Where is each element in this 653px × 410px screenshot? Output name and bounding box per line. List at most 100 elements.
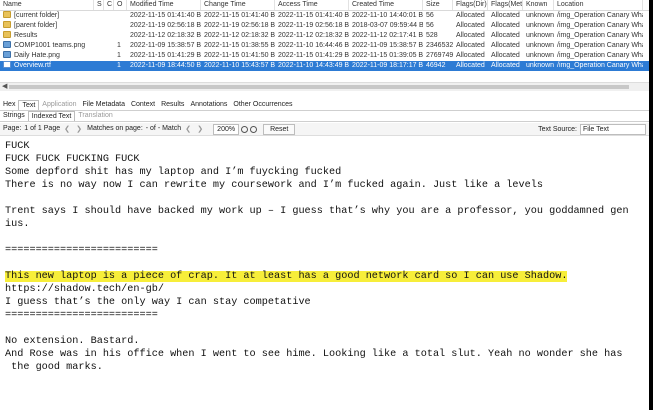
text-line: FUCK FUCK FUCKING FUCK (5, 153, 649, 166)
col-header-access[interactable]: Access Time (275, 0, 349, 10)
scroll-left-icon[interactable]: ◀ (2, 83, 7, 91)
line-text: FUCK (5, 141, 30, 152)
cell-access: 2022-11-15 01:41:29 BDT (278, 52, 349, 59)
cell-created: 2022-11-09 15:38:57 BDT (352, 42, 423, 49)
next-match-icon[interactable]: ❯ (195, 125, 205, 134)
cell-modified: 2022-11-15 01:41:40 BDT (130, 12, 201, 19)
cell-flags-dir: Allocated (456, 52, 485, 59)
tab-annotations[interactable]: Annotations (187, 100, 230, 110)
cell-known: unknown (526, 22, 554, 29)
cell-access: 2022-11-15 01:41:40 BDT (278, 12, 349, 19)
text-subtabs: Strings Indexed Text Translation (0, 111, 649, 122)
cell-flags-meta: Allocated (491, 22, 520, 29)
table-row[interactable]: [current folder]2022-11-15 01:41:40 BDT2… (0, 11, 649, 21)
cell-size: 2769749 (426, 52, 453, 59)
cell-name: Daily Hate.png (0, 51, 94, 61)
file-table: Name S C O Modified Time Change Time Acc… (0, 0, 649, 110)
cell-name: Results (0, 31, 94, 41)
col-header-c[interactable]: C (104, 0, 114, 10)
cell-c (104, 41, 114, 51)
cell-o (114, 21, 127, 31)
horizontal-scrollbar[interactable]: ◀ (0, 82, 649, 91)
reset-button[interactable]: Reset (263, 123, 296, 135)
cell-modified: 2022-11-09 15:38:57 BDT (130, 42, 201, 49)
table-header: Name S C O Modified Time Change Time Acc… (0, 0, 649, 11)
cell-location: /img_Operation Canary Wharf.E01/vol_vol3… (557, 12, 643, 19)
col-header-o[interactable]: O (114, 0, 127, 10)
cell-c (104, 61, 114, 71)
cell-size: 46942 (426, 62, 446, 69)
subtab-strings[interactable]: Strings (0, 111, 28, 121)
zoom-in-icon[interactable] (241, 125, 249, 133)
tab-other-occurrences[interactable]: Other Occurrences (230, 100, 295, 110)
col-header-s[interactable]: S (94, 0, 104, 10)
line-text: No extension. Bastard. (5, 336, 140, 347)
file-name: Daily Hate.png (14, 52, 60, 59)
rtf-file-icon (3, 61, 11, 68)
table-row[interactable]: Overview.rtf12022-11-09 18:44:50 BDT2022… (0, 61, 649, 71)
text-line: This new laptop is a piece of crap. It a… (5, 270, 649, 283)
tab-hex[interactable]: Hex (0, 100, 18, 110)
text-line: the good marks. (5, 361, 649, 374)
text-source-select[interactable]: File Text (580, 123, 646, 135)
text-line: And Rose was in his office when I went t… (5, 348, 649, 361)
prev-match-icon[interactable]: ❮ (183, 125, 193, 134)
file-name: [parent folder] (14, 22, 58, 29)
text-line: ius. (5, 218, 649, 231)
cell-flags-meta: Allocated (491, 32, 520, 39)
col-header-location[interactable]: Location (554, 0, 643, 10)
cell-location: /img_Operation Canary Wharf.E01/vol_vol3… (557, 32, 643, 39)
page-value: 1 of 1 Page (24, 125, 61, 132)
line-text: ========================= (5, 245, 158, 256)
cell-size: 528 (426, 32, 438, 39)
cell-flags-meta: Allocated (491, 42, 520, 49)
line-text: I guess that’s the only way I can stay c… (5, 297, 311, 308)
text-toolbar: Page: 1 of 1 Page ❮ ❯ Matches on page: -… (0, 123, 649, 136)
cell-flags-meta: Allocated (491, 52, 520, 59)
cell-name: COMP1001 teams.png (0, 41, 94, 51)
cell-known: unknown (526, 52, 554, 59)
next-page-icon[interactable]: ❯ (74, 125, 84, 134)
line-text: ius. (5, 219, 30, 230)
table-row[interactable]: Daily Hate.png12022-11-15 01:41:29 BDT20… (0, 51, 649, 61)
zoom-level[interactable]: 200% (213, 123, 240, 135)
cell-c (104, 11, 114, 21)
tab-application[interactable]: Application (39, 100, 79, 110)
col-header-flags-meta[interactable]: Flags(Meta) (488, 0, 523, 10)
cell-created: 2018-03-07 09:59:44 BDT (352, 22, 423, 29)
cell-flags-dir: Allocated (456, 62, 485, 69)
subtab-translation[interactable]: Translation (75, 111, 115, 121)
cell-location: /img_Operation Canary Wharf.E01/vol_vol3… (557, 52, 643, 59)
cell-s (94, 31, 104, 41)
tab-results[interactable]: Results (158, 100, 187, 110)
cell-flags-meta: Allocated (491, 12, 520, 19)
cell-s (94, 41, 104, 51)
table-row[interactable]: COMP1001 teams.png 1 2022-11-09 15:38:57 B… (0, 41, 649, 51)
line-text: ========================= (5, 310, 158, 321)
col-header-created[interactable]: Created Time (349, 0, 423, 10)
text-line: No extension. Bastard. (5, 335, 649, 348)
zoom-out-icon[interactable] (250, 125, 258, 133)
tab-file-metadata[interactable]: File Metadata (80, 100, 128, 110)
col-header-change[interactable]: Change Time (201, 0, 275, 10)
col-header-modified[interactable]: Modified Time (127, 0, 201, 10)
col-header-known[interactable]: Known (523, 0, 554, 10)
document-text: FUCK FUCK FUCK FUCKING FUCK Some depford s… (5, 140, 649, 374)
col-header-flags-dir[interactable]: Flags(Dir) (453, 0, 488, 10)
col-header-name[interactable]: Name (0, 0, 94, 10)
file-name: COMP1001 teams.png (14, 42, 86, 49)
text-line: Some depford shit has my laptop and I’m … (5, 166, 649, 179)
tab-context[interactable]: Context (128, 100, 158, 110)
cell-modified: 2022-11-15 01:41:29 BDT (130, 52, 201, 59)
tab-text[interactable]: Text (18, 100, 40, 110)
cell-name: [parent folder] (0, 21, 94, 31)
matches-label: Matches on page: (87, 125, 143, 132)
subtab-indexed-text[interactable]: Indexed Text (27, 111, 76, 121)
cell-known: unknown (526, 32, 554, 39)
viewer-tabs: Hex Text Application File Metadata Conte… (0, 100, 649, 111)
prev-page-icon[interactable]: ❮ (62, 125, 72, 134)
scrollbar-thumb[interactable] (9, 85, 629, 89)
col-header-size[interactable]: Size (423, 0, 453, 10)
table-row[interactable]: Results2022-11-12 02:18:32 BDT2022-11-12… (0, 31, 649, 41)
table-row[interactable]: [parent folder]2022-11-19 02:56:18 BDT20… (0, 21, 649, 31)
